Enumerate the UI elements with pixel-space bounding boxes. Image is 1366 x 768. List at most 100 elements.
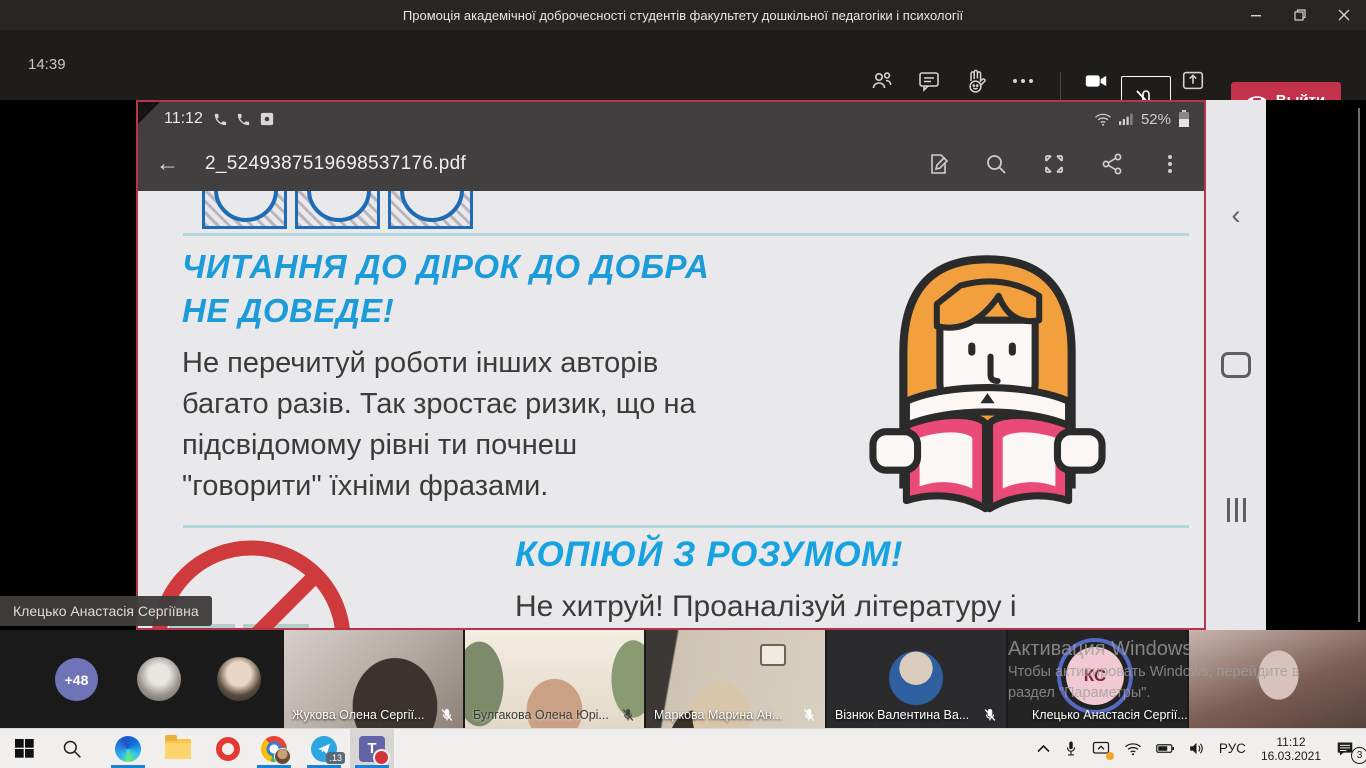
android-back-button[interactable]: ‹ bbox=[1206, 200, 1266, 231]
document-heading-2: КОПІЮЙ З РОЗУМОМ! bbox=[515, 535, 903, 575]
battery-icon bbox=[1156, 743, 1174, 754]
taskbar-chrome[interactable] bbox=[252, 729, 296, 768]
document-body-2: Не хитруй! Проаналізуй літературу і bbox=[515, 590, 1017, 624]
camera-icon bbox=[1083, 67, 1109, 95]
recents-icon bbox=[1227, 498, 1246, 522]
start-button[interactable] bbox=[2, 729, 46, 768]
document-heading: ЧИТАННЯ ДО ДІРОК ДО ДОБРА НЕ ДОВЕДЕ! bbox=[182, 245, 709, 333]
fullscreen-icon[interactable] bbox=[1042, 152, 1066, 176]
participants-icon bbox=[870, 69, 894, 93]
video-thumbnail[interactable]: Жукова Олена Сергії... bbox=[284, 630, 463, 728]
tray-expand-button[interactable] bbox=[1030, 729, 1057, 768]
tray-volume[interactable] bbox=[1181, 729, 1212, 768]
phone-status-bar: 11:12 52% bbox=[138, 102, 1204, 136]
taskbar-file-explorer[interactable] bbox=[156, 729, 200, 768]
participant-initials-avatar: КС bbox=[1066, 647, 1124, 705]
opera-icon bbox=[216, 737, 240, 761]
shared-phone-screen[interactable]: 11:12 52% ← 2_5249387519698537176.pdf bbox=[136, 100, 1206, 630]
share-screen-button[interactable] bbox=[1180, 67, 1206, 93]
action-center-button[interactable]: 3 bbox=[1329, 729, 1366, 768]
signal-bars-icon bbox=[1119, 112, 1134, 126]
phone-clock: 11:12 bbox=[164, 110, 203, 128]
android-recents-button[interactable] bbox=[1206, 498, 1266, 522]
tray-battery[interactable] bbox=[1149, 729, 1181, 768]
video-thumbnail[interactable] bbox=[1189, 630, 1366, 728]
taskbar-telegram[interactable]: .13 bbox=[302, 729, 346, 768]
restore-icon bbox=[1294, 9, 1306, 21]
speaker-icon bbox=[1188, 741, 1205, 756]
body-line: Не перечитуй роботи інших авторів bbox=[182, 343, 696, 384]
wifi-icon bbox=[1124, 742, 1142, 756]
taskbar-search-button[interactable] bbox=[50, 729, 94, 768]
windows-logo-icon bbox=[15, 739, 34, 758]
mic-muted-icon bbox=[621, 708, 635, 722]
tray-language[interactable]: РУС bbox=[1212, 729, 1253, 768]
search-icon[interactable] bbox=[984, 152, 1008, 176]
tray-clock[interactable]: 11:12 16.03.2021 bbox=[1253, 735, 1329, 763]
chat-icon bbox=[917, 69, 941, 93]
video-thumbnail[interactable]: Булгакова Олена Юрі... bbox=[465, 630, 644, 728]
android-nav-bar: ‹ bbox=[1206, 100, 1266, 630]
edge-icon bbox=[115, 736, 141, 762]
pdf-page: ЧИТАННЯ ДО ДІРОК ДО ДОБРА НЕ ДОВЕДЕ! Не … bbox=[138, 191, 1204, 629]
hatched-square bbox=[388, 191, 473, 229]
chevron-up-icon bbox=[1037, 744, 1050, 753]
participant-name: Булгакова Олена Юрі... bbox=[473, 708, 609, 722]
video-thumbnail[interactable]: Візнюк Валентина Ва... bbox=[827, 630, 1006, 728]
notification-count-badge: 3 bbox=[1351, 747, 1366, 764]
square-circle bbox=[214, 191, 278, 222]
windows-taskbar: .13 T bbox=[0, 728, 1366, 768]
stage-scroll-edge bbox=[1358, 108, 1360, 622]
mic-muted-icon bbox=[802, 708, 816, 722]
participant-avatar bbox=[889, 651, 943, 705]
pdf-filename: 2_5249387519698537176.pdf bbox=[205, 153, 466, 175]
presenter-name-label: Клецько Анастасія Сергіївна bbox=[0, 596, 212, 626]
telegram-badge: .13 bbox=[326, 752, 345, 764]
android-home-button[interactable] bbox=[1206, 352, 1266, 378]
tray-wifi[interactable] bbox=[1117, 729, 1149, 768]
video-thumbnail[interactable]: Маркова Марина Ан... bbox=[646, 630, 825, 728]
tray-display-share[interactable] bbox=[1085, 729, 1117, 768]
back-icon[interactable]: ← bbox=[156, 150, 179, 177]
body-line: "говорити" їхніми фразами. bbox=[182, 466, 696, 507]
maximize-button[interactable] bbox=[1278, 0, 1322, 30]
taskbar-opera[interactable] bbox=[206, 729, 250, 768]
hatched-square bbox=[295, 191, 380, 229]
share-icon[interactable] bbox=[1100, 152, 1124, 176]
pdf-toolbar-actions bbox=[926, 136, 1182, 191]
taskbar-edge[interactable] bbox=[106, 729, 150, 768]
more-actions-button[interactable] bbox=[1010, 68, 1036, 94]
square-circle bbox=[307, 191, 371, 222]
chrome-profile-badge bbox=[274, 748, 291, 765]
teams-icon: T bbox=[359, 736, 385, 762]
participant-avatar[interactable] bbox=[137, 657, 181, 701]
divider-line-bottom bbox=[183, 525, 1189, 528]
camera-button[interactable] bbox=[1083, 68, 1109, 94]
tray-microphone[interactable] bbox=[1057, 729, 1085, 768]
home-icon bbox=[1221, 352, 1251, 378]
meeting-toolbar: 14:39 bbox=[0, 30, 1366, 100]
heading-line-1: ЧИТАННЯ ДО ДІРОК ДО ДОБРА bbox=[182, 245, 709, 289]
video-thumbnails: Жукова Олена Сергії... Булгакова Олена Ю… bbox=[284, 630, 1366, 728]
close-icon bbox=[1338, 9, 1350, 21]
participant-avatar[interactable] bbox=[217, 657, 261, 701]
body-line: підсвідомому рівні ти почнеш bbox=[182, 425, 696, 466]
teams-notification-badge bbox=[373, 749, 390, 766]
overflow-menu-icon[interactable] bbox=[1158, 152, 1182, 176]
close-button[interactable] bbox=[1322, 0, 1366, 30]
video-thumbnail-speaking[interactable]: КС Клецько Анастасія Сергії... bbox=[1008, 630, 1187, 728]
minimize-button[interactable] bbox=[1234, 0, 1278, 30]
search-icon bbox=[62, 739, 82, 759]
raise-hand-button[interactable] bbox=[963, 68, 989, 94]
participants-button[interactable] bbox=[869, 68, 895, 94]
phone-status-right: 52% bbox=[1094, 102, 1190, 136]
overflow-participants-badge[interactable]: +48 bbox=[55, 658, 98, 701]
file-explorer-icon bbox=[165, 739, 191, 759]
participant-name: Жукова Олена Сергії... bbox=[292, 708, 424, 722]
hatched-squares-graphic bbox=[202, 191, 502, 231]
document-body: Не перечитуй роботи інших авторів багато… bbox=[182, 343, 696, 507]
annotate-icon[interactable] bbox=[926, 152, 950, 176]
microphone-icon bbox=[1064, 740, 1078, 757]
chat-button[interactable] bbox=[916, 68, 942, 94]
taskbar-teams-active[interactable]: T bbox=[350, 729, 394, 768]
